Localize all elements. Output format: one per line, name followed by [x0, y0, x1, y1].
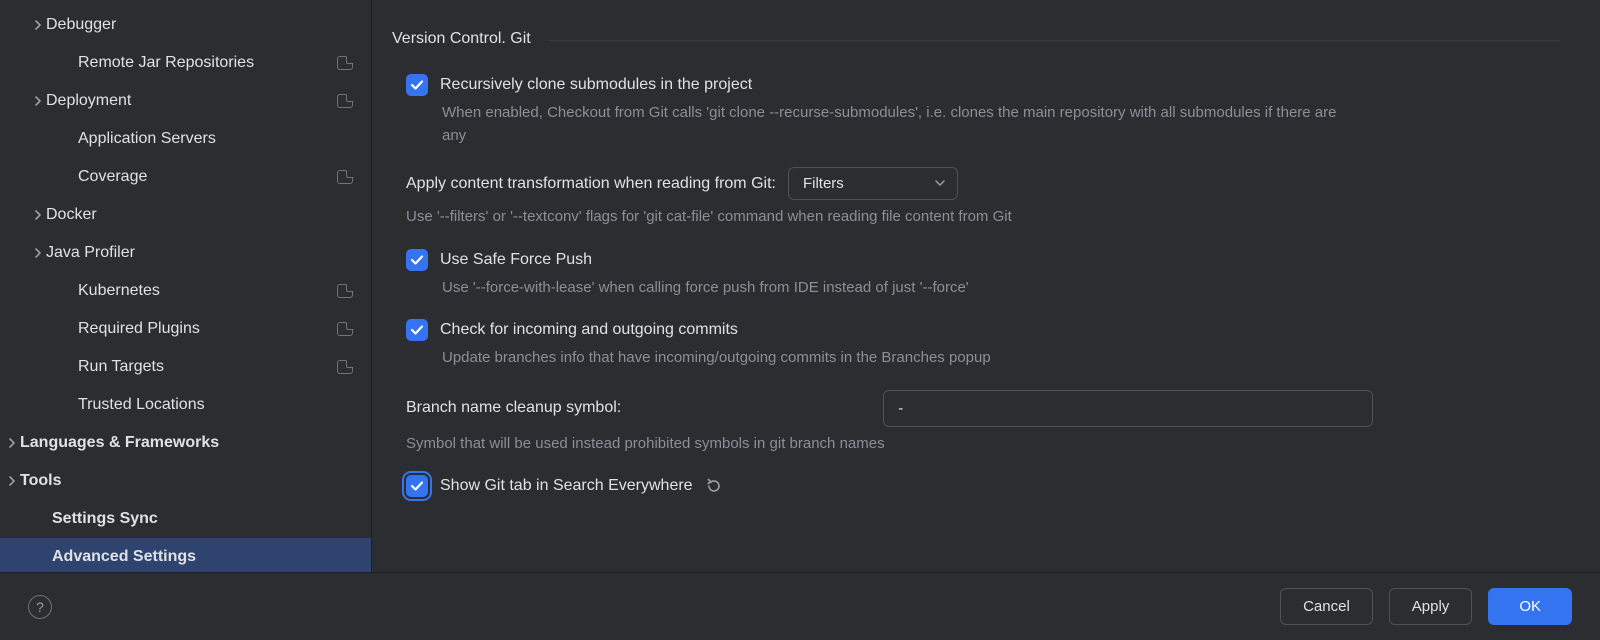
recursive-clone-checkbox[interactable] — [406, 74, 428, 96]
project-scope-icon — [337, 322, 353, 336]
tree-item[interactable]: Languages & Frameworks — [0, 424, 371, 462]
tree-item[interactable]: Deployment — [0, 82, 371, 120]
tree-item-label: Settings Sync — [52, 510, 353, 528]
tree-item[interactable]: Coverage — [0, 158, 371, 196]
content-transform-label: Apply content transformation when readin… — [406, 175, 776, 193]
tree-item[interactable]: Kubernetes — [0, 272, 371, 310]
project-scope-icon — [337, 170, 353, 184]
safe-force-push-label: Use Safe Force Push — [440, 251, 592, 269]
recursive-clone-label: Recursively clone submodules in the proj… — [440, 76, 752, 94]
tree-item[interactable]: Settings Sync — [0, 500, 371, 538]
tree-item-label: Kubernetes — [78, 282, 337, 300]
git-tab-search-checkbox[interactable] — [406, 475, 428, 497]
branch-cleanup-input[interactable] — [883, 390, 1373, 427]
tree-item-label: Deployment — [46, 92, 337, 110]
tree-item-label: Required Plugins — [78, 320, 337, 338]
tree-item[interactable]: Remote Jar Repositories — [0, 44, 371, 82]
project-scope-icon — [337, 284, 353, 298]
tree-item-label: Remote Jar Repositories — [78, 54, 337, 72]
tree-item-label: Trusted Locations — [78, 396, 353, 414]
settings-tree: Debugger Remote Jar Repositories Deploymen… — [0, 0, 372, 572]
tree-item[interactable]: Run Targets — [0, 348, 371, 386]
check-commits-desc: Update branches info that have incoming/… — [442, 347, 1342, 370]
chevron-right-icon — [4, 438, 20, 448]
help-button[interactable]: ? — [28, 595, 52, 619]
section-title: Version Control. Git — [392, 30, 531, 48]
chevron-right-icon — [30, 210, 46, 220]
tree-item[interactable]: Debugger — [0, 6, 371, 44]
check-commits-label: Check for incoming and outgoing commits — [440, 321, 738, 339]
safe-force-push-desc: Use '--force-with-lease' when calling fo… — [442, 277, 1342, 300]
tree-item-label: Languages & Frameworks — [20, 434, 353, 452]
recursive-clone-desc: When enabled, Checkout from Git calls 'g… — [442, 102, 1342, 147]
tree-item[interactable]: Application Servers — [0, 120, 371, 158]
chevron-down-icon — [935, 177, 945, 191]
tree-item[interactable]: Java Profiler — [0, 234, 371, 272]
chevron-right-icon — [30, 248, 46, 258]
tree-item-label: Advanced Settings — [52, 548, 353, 566]
tree-item-label: Run Targets — [78, 358, 337, 376]
check-commits-checkbox[interactable] — [406, 319, 428, 341]
tree-item[interactable]: Tools — [0, 462, 371, 500]
content-transform-select[interactable]: Filters — [788, 167, 958, 200]
tree-item[interactable]: Docker — [0, 196, 371, 234]
chevron-right-icon — [4, 476, 20, 486]
project-scope-icon — [337, 56, 353, 70]
content-transform-value: Filters — [803, 175, 844, 192]
safe-force-push-checkbox[interactable] — [406, 249, 428, 271]
tree-item-label: Java Profiler — [46, 244, 353, 262]
tree-item-label: Docker — [46, 206, 353, 224]
chevron-right-icon — [30, 20, 46, 30]
tree-item-label: Coverage — [78, 168, 337, 186]
dialog-footer: ? Cancel Apply OK — [0, 572, 1600, 640]
project-scope-icon — [337, 360, 353, 374]
chevron-right-icon — [30, 96, 46, 106]
reset-icon[interactable] — [705, 477, 723, 495]
tree-item[interactable]: Required Plugins — [0, 310, 371, 348]
tree-item[interactable]: Advanced Settings — [0, 538, 371, 572]
ok-button[interactable]: OK — [1488, 588, 1572, 625]
cancel-button[interactable]: Cancel — [1280, 588, 1373, 625]
branch-cleanup-label: Branch name cleanup symbol: — [406, 399, 621, 417]
section-divider — [549, 40, 1560, 41]
project-scope-icon — [337, 94, 353, 108]
branch-cleanup-desc: Symbol that will be used instead prohibi… — [406, 433, 1306, 456]
content-transform-desc: Use '--filters' or '--textconv' flags fo… — [406, 206, 1306, 229]
tree-item-label: Tools — [20, 472, 353, 490]
apply-button[interactable]: Apply — [1389, 588, 1473, 625]
git-tab-search-label: Show Git tab in Search Everywhere — [440, 477, 693, 495]
tree-item-label: Application Servers — [78, 130, 353, 148]
settings-content: Version Control. Git Recursively clone s… — [372, 0, 1600, 572]
tree-item[interactable]: Trusted Locations — [0, 386, 371, 424]
tree-item-label: Debugger — [46, 16, 353, 34]
